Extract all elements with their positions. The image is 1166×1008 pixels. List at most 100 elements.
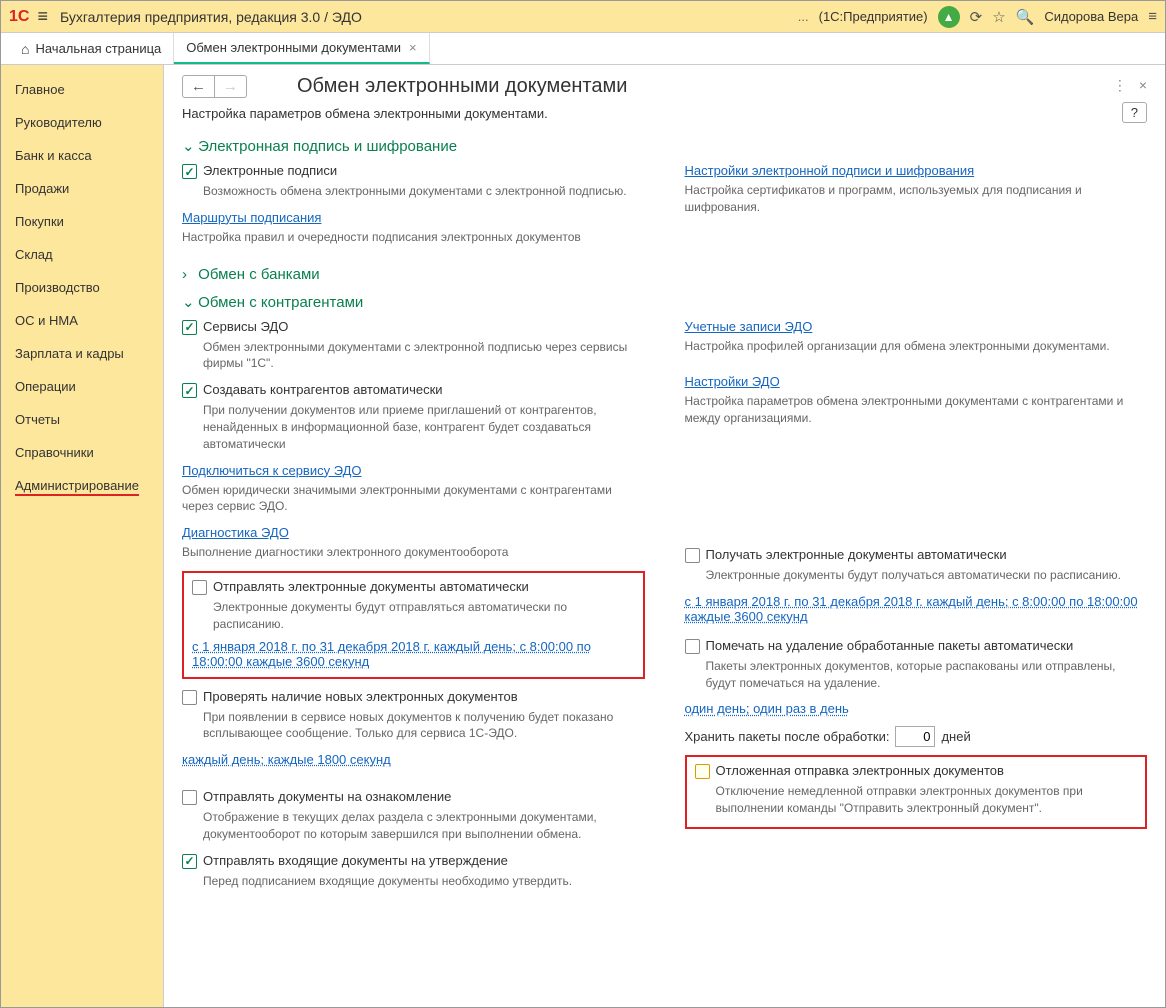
link-sign-settings[interactable]: Настройки электронной подписи и шифрован… [685, 163, 975, 178]
checkbox-autoreceive[interactable]: Получать электронные документы автоматич… [685, 547, 1148, 563]
checkbox-icon [685, 548, 700, 563]
app-title: Бухгалтерия предприятия, редакция 3.0 / … [60, 9, 362, 25]
checkbox-icon [182, 790, 197, 805]
checkbox-autocreate-desc: При получении документов или приеме приг… [203, 402, 645, 452]
search-icon[interactable]: 🔍 [1016, 8, 1035, 26]
checkbox-review-label: Отправлять документы на ознакомление [203, 789, 451, 804]
help-button[interactable]: ? [1122, 102, 1147, 123]
link-routes[interactable]: Маршруты подписания [182, 210, 321, 225]
sidebar-item-main[interactable]: Главное [1, 73, 163, 106]
link-schedule-receive[interactable]: с 1 января 2018 г. по 31 декабря 2018 г.… [685, 594, 1148, 624]
checkbox-esign[interactable]: Электронные подписи [182, 163, 645, 179]
checkbox-deferred-desc: Отключение немедленной отправки электрон… [716, 783, 1138, 817]
topbar: 1C ≡ Бухгалтерия предприятия, редакция 3… [1, 1, 1165, 33]
link-schedule-check[interactable]: каждый день; каждые 1800 секунд [182, 752, 391, 767]
checkbox-markdel-desc: Пакеты электронных документов, которые р… [706, 658, 1148, 692]
checkbox-icon [182, 854, 197, 869]
checkbox-checknew[interactable]: Проверять наличие новых электронных доку… [182, 689, 645, 705]
checkbox-edo-services-label: Сервисы ЭДО [203, 319, 288, 334]
history-icon[interactable]: ⟳ [970, 8, 983, 26]
menu-dots-icon[interactable]: ⋮ [1113, 77, 1127, 94]
tab-home[interactable]: ⌂ Начальная страница [9, 33, 174, 64]
checkbox-autosend-desc: Электронные документы будут отправляться… [213, 599, 635, 633]
sidebar-item-stock[interactable]: Склад [1, 238, 163, 271]
section-contragents[interactable]: ⌄ Обмен с контрагентами [182, 293, 1147, 311]
checkbox-markdel[interactable]: Помечать на удаление обработанные пакеты… [685, 638, 1148, 654]
user-label[interactable]: Сидорова Вера [1044, 9, 1138, 24]
checkbox-deferred[interactable]: Отложенная отправка электронных документ… [695, 763, 1138, 779]
sidebar-item-sales[interactable]: Продажи [1, 172, 163, 205]
sidebar-item-reports[interactable]: Отчеты [1, 403, 163, 436]
checkbox-checknew-desc: При появлении в сервисе новых документов… [203, 709, 645, 743]
tab-edo[interactable]: Обмен электронными документами × [174, 33, 429, 64]
checkbox-autocreate-label: Создавать контрагентов автоматически [203, 382, 443, 397]
checkbox-autoreceive-desc: Электронные документы будут получаться а… [706, 567, 1148, 584]
tab-home-label: Начальная страница [35, 41, 161, 56]
link-diag-edo[interactable]: Диагностика ЭДО [182, 525, 289, 540]
checkbox-autoreceive-label: Получать электронные документы автоматич… [706, 547, 1007, 562]
redbox-deferred: Отложенная отправка электронных документ… [685, 755, 1148, 829]
page-subtitle: Настройка параметров обмена электронными… [182, 106, 1147, 121]
link-connect-edo[interactable]: Подключиться к сервису ЭДО [182, 463, 362, 478]
checkbox-approve[interactable]: Отправлять входящие документы на утвержд… [182, 853, 645, 869]
link-edo-settings[interactable]: Настройки ЭДО [685, 374, 780, 389]
sidebar-item-ops[interactable]: Операции [1, 370, 163, 403]
sidebar-item-admin[interactable]: Администрирование [1, 469, 163, 502]
storage-input[interactable] [895, 726, 935, 747]
star-icon[interactable]: ☆ [992, 8, 1005, 26]
sidebar: Главное Руководителю Банк и касса Продаж… [1, 65, 164, 1007]
checkbox-edo-services[interactable]: Сервисы ЭДО [182, 319, 645, 335]
section-banks[interactable]: › Обмен с банками [182, 266, 1147, 283]
checkbox-autosend-label: Отправлять электронные документы автомат… [213, 579, 529, 594]
sidebar-item-buy[interactable]: Покупки [1, 205, 163, 238]
forward-button[interactable]: → [215, 76, 246, 97]
sidebar-item-bank[interactable]: Банк и касса [1, 139, 163, 172]
redbox-autosend: Отправлять электронные документы автомат… [182, 571, 645, 679]
checkbox-esign-desc: Возможность обмена электронными документ… [203, 183, 645, 200]
checkbox-approve-label: Отправлять входящие документы на утвержд… [203, 853, 508, 868]
sidebar-item-prod[interactable]: Производство [1, 271, 163, 304]
bell-icon[interactable]: ▲ [938, 6, 960, 28]
sidebar-item-refs[interactable]: Справочники [1, 436, 163, 469]
link-schedule-send[interactable]: с 1 января 2018 г. по 31 декабря 2018 г.… [192, 639, 635, 669]
checkbox-autocreate[interactable]: Создавать контрагентов автоматически [182, 382, 645, 398]
checkbox-review[interactable]: Отправлять документы на ознакомление [182, 789, 645, 805]
section-signature[interactable]: ⌄ Электронная подпись и шифрование [182, 137, 1147, 155]
close-panel-icon[interactable]: × [1139, 77, 1147, 94]
close-icon[interactable]: × [409, 40, 417, 55]
checkbox-icon [695, 764, 710, 779]
menu-icon[interactable]: ≡ [37, 6, 48, 27]
link-edo-settings-desc: Настройка параметров обмена электронными… [685, 393, 1148, 427]
nav-buttons: ← → [182, 75, 247, 98]
chevron-down-icon: ⌄ [182, 293, 194, 311]
section-contragents-label: Обмен с контрагентами [198, 294, 363, 311]
link-routes-desc: Настройка правил и очередности подписани… [182, 229, 645, 246]
tabsbar: ⌂ Начальная страница Обмен электронными … [1, 33, 1165, 65]
home-icon: ⌂ [21, 41, 29, 57]
sidebar-item-os[interactable]: ОС и НМА [1, 304, 163, 337]
checkbox-review-desc: Отображение в текущих делах раздела с эл… [203, 809, 645, 843]
chevron-right-icon: › [182, 266, 194, 283]
more-icon[interactable]: ... [798, 9, 809, 24]
checkbox-icon [192, 580, 207, 595]
checkbox-icon [182, 383, 197, 398]
storage-label: Хранить пакеты после обработки: [685, 729, 890, 744]
settings-icon[interactable]: ≡ [1148, 8, 1157, 25]
main-panel: ← → Обмен электронными документами ⋮ × Н… [164, 65, 1165, 1007]
back-button[interactable]: ← [183, 76, 215, 97]
tab-edo-label: Обмен электронными документами [186, 40, 401, 55]
storage-unit: дней [941, 729, 970, 744]
link-connect-edo-desc: Обмен юридически значимыми электронными … [182, 482, 645, 516]
link-edo-accounts[interactable]: Учетные записи ЭДО [685, 319, 813, 334]
checkbox-edo-services-desc: Обмен электронными документами с электро… [203, 339, 645, 373]
checkbox-checknew-label: Проверять наличие новых электронных доку… [203, 689, 518, 704]
checkbox-deferred-label: Отложенная отправка электронных документ… [716, 763, 1004, 778]
link-schedule-del[interactable]: один день; один раз в день [685, 701, 849, 716]
sidebar-item-hr[interactable]: Зарплата и кадры [1, 337, 163, 370]
section-signature-label: Электронная подпись и шифрование [198, 138, 457, 155]
checkbox-icon [182, 320, 197, 335]
app-logo: 1C [9, 8, 29, 26]
sidebar-item-manager[interactable]: Руководителю [1, 106, 163, 139]
checkbox-markdel-label: Помечать на удаление обработанные пакеты… [706, 638, 1074, 653]
checkbox-autosend[interactable]: Отправлять электронные документы автомат… [192, 579, 635, 595]
